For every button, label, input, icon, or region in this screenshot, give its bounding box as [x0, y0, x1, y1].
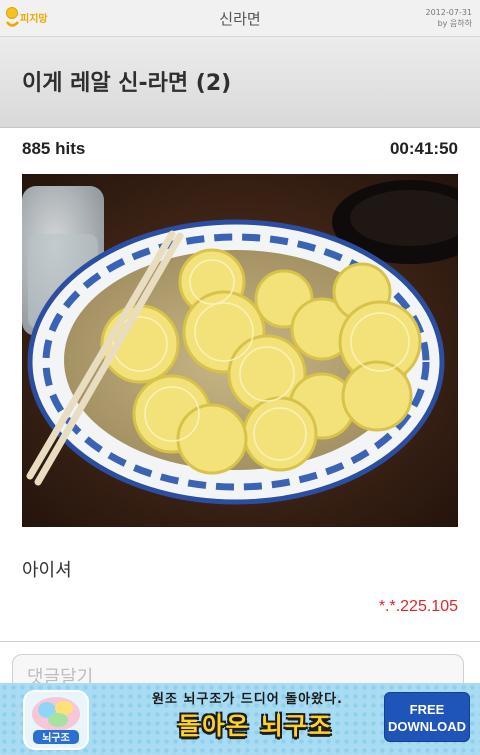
post-date-author: 2012-07-31 by 음하하 [426, 7, 473, 29]
hit-count: 885 hits [22, 139, 86, 158]
brain-icon: 뇌구조 [32, 697, 80, 744]
ad-headline: 원조 뇌구조가 드디어 돌아왔다. [152, 692, 343, 707]
post-time: 00:41:50 [389, 139, 458, 158]
page-title: 신라면 [219, 10, 261, 28]
ad-button-line2: DOWNLOAD [388, 719, 466, 734]
ad-title: 돌아온 뇌구조 [178, 712, 333, 740]
post-meta: 885 hits 00:41:50 [22, 139, 458, 161]
divider [0, 641, 480, 642]
ad-button-line1: FREE [409, 702, 445, 717]
lemon-ramen-image [22, 174, 458, 527]
post-header: 이게 레알 신-라면 (2) [0, 37, 480, 128]
ad-app-name: 뇌구조 [42, 731, 70, 744]
post-date: 2012-07-31 [425, 8, 473, 17]
post-author: by 음하하 [437, 19, 472, 28]
post-body: 아이셔 [22, 560, 72, 581]
ad-app-icon[interactable]: 뇌구조 [23, 690, 89, 750]
top-bar: 피지망 신라면 2012-07-31 by 음하하 [0, 0, 480, 37]
free-download-button[interactable]: FREE DOWNLOAD [384, 692, 470, 742]
post-photo[interactable] [22, 174, 458, 527]
author-ip: *.*.225.105 [378, 598, 458, 615]
post-title: 이게 레알 신-라면 (2) [22, 71, 232, 96]
